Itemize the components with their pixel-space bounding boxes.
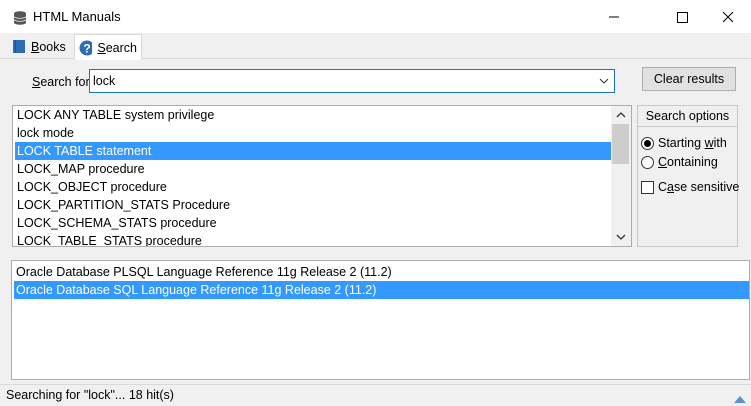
clear-results-button[interactable]: Clear results <box>642 67 736 91</box>
case-sensitive-label: Case sensitive <box>658 180 740 194</box>
radio-dot <box>644 139 651 147</box>
pane-splitter[interactable] <box>0 252 751 256</box>
scroll-up-button[interactable] <box>611 106 631 124</box>
result-list-item[interactable]: Oracle Database PLSQL Language Reference… <box>14 263 749 281</box>
starting-with-radio[interactable]: Starting with <box>641 136 727 150</box>
search-input[interactable] <box>90 71 580 91</box>
index-list-item[interactable]: LOCK_PARTITION_STATS Procedure <box>15 196 611 214</box>
containing-label: Containing <box>658 155 718 169</box>
maximize-icon <box>677 12 688 23</box>
scroll-down-button[interactable] <box>611 228 631 246</box>
index-list-item[interactable]: lock mode <box>15 124 611 142</box>
maximize-button[interactable] <box>659 0 705 34</box>
checkbox-box <box>641 180 654 194</box>
result-list-item[interactable]: Oracle Database SQL Language Reference 1… <box>14 281 749 299</box>
book-icon <box>13 40 25 53</box>
tab-search-label: Search <box>97 40 137 55</box>
tab-books[interactable]: Books <box>8 34 74 59</box>
radio-circle <box>641 155 654 169</box>
search-for-label: Search for <box>32 75 90 89</box>
starting-with-label: Starting with <box>658 136 727 150</box>
status-text: Searching for "lock"... 18 hit(s) <box>6 388 174 402</box>
scroll-thumb[interactable] <box>612 124 629 164</box>
index-list-item[interactable]: LOCK_TABLE_STATS procedure <box>15 232 611 246</box>
chevron-down-icon <box>599 78 609 84</box>
search-dropdown-button[interactable] <box>595 70 613 92</box>
svg-text:?: ? <box>83 41 90 55</box>
search-combobox[interactable] <box>89 69 615 93</box>
radio-circle <box>641 136 654 150</box>
index-list-item[interactable]: LOCK_OBJECT procedure <box>15 178 611 196</box>
help-icon: ? <box>79 40 93 55</box>
index-list-item[interactable]: LOCK ANY TABLE system privilege <box>15 106 611 124</box>
close-icon <box>722 11 734 23</box>
chevron-up-icon <box>616 112 626 118</box>
results-list[interactable]: Oracle Database PLSQL Language Reference… <box>11 260 750 380</box>
search-options-title: Search options <box>637 105 738 127</box>
containing-radio[interactable]: Containing <box>641 155 718 169</box>
window-title: HTML Manuals <box>33 9 121 24</box>
close-button[interactable] <box>705 0 751 34</box>
tab-search[interactable]: ? Search <box>74 34 142 60</box>
minimize-button[interactable] <box>591 0 637 34</box>
index-list-item[interactable]: LOCK TABLE statement <box>15 142 611 160</box>
minimize-icon <box>609 16 619 18</box>
case-sensitive-checkbox[interactable]: Case sensitive <box>641 180 739 194</box>
tab-books-label: Books <box>31 39 66 54</box>
chevron-down-icon <box>616 234 626 240</box>
index-list-item[interactable]: LOCK_MAP procedure <box>15 160 611 178</box>
index-list-item[interactable]: LOCK_SCHEMA_STATS procedure <box>15 214 611 232</box>
database-icon <box>12 10 28 26</box>
index-list[interactable]: LOCK ANY TABLE system privilege lock mode… <box>12 105 632 247</box>
